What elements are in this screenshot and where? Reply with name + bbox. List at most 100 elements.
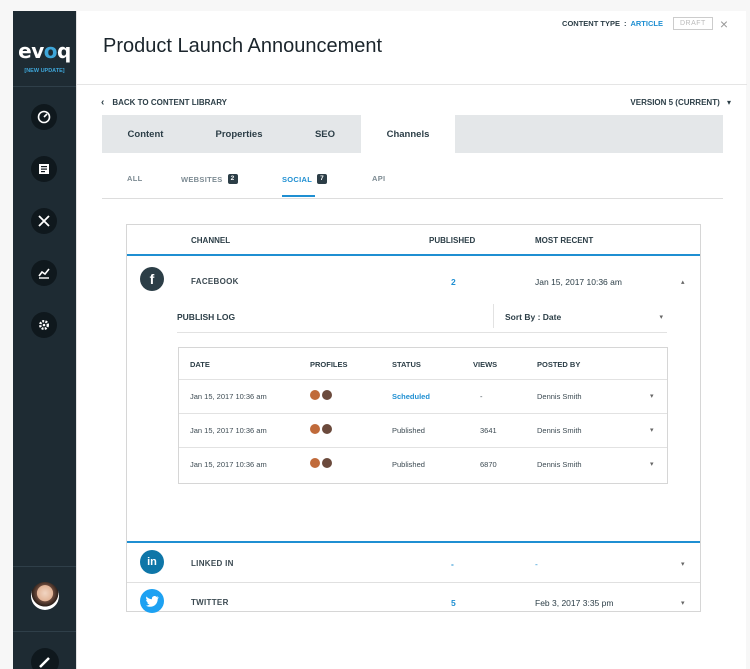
log-status: Published — [392, 460, 425, 469]
table-row[interactable]: Jan 15, 2017 10:36 am Scheduled - Dennis… — [179, 380, 667, 414]
avatar — [310, 458, 320, 469]
section-divider — [127, 582, 700, 583]
sort-label: Sort By : Date — [505, 312, 562, 322]
col-views: VIEWS — [473, 360, 498, 369]
avatar — [322, 424, 332, 435]
chevron-down-icon[interactable]: ▾ — [650, 426, 654, 434]
chevron-up-icon[interactable]: ▴ — [681, 278, 685, 286]
channel-name: FACEBOOK — [191, 277, 239, 286]
subtab-api-label: API — [372, 174, 386, 183]
subtab-websites[interactable]: WEBSITES 2 — [181, 174, 238, 184]
subtab-api[interactable]: API — [372, 174, 385, 183]
avatar — [322, 390, 332, 401]
main-panel: Product Launch Announcement CONTENT TYPE… — [76, 11, 747, 669]
logo[interactable]: evoq — [13, 39, 76, 63]
content-icon[interactable] — [31, 156, 57, 182]
chevron-down-icon: ▾ — [726, 98, 731, 107]
settings-gear-icon[interactable] — [31, 312, 57, 338]
content-type-label: CONTENT TYPE — [562, 19, 620, 28]
channels-card: CHANNEL PUBLISHED MOST RECENT f FACEBOOK… — [126, 224, 701, 613]
channel-subtabs: ALL WEBSITES 2 SOCIAL 7 API — [102, 153, 723, 199]
header-divider — [77, 84, 747, 85]
subtab-websites-label: WEBSITES — [181, 174, 223, 184]
close-icon[interactable]: × — [720, 17, 728, 31]
subtab-social[interactable]: SOCIAL 7 — [282, 174, 328, 184]
col-published: PUBLISHED — [429, 236, 476, 245]
channel-published-count[interactable]: - — [451, 559, 454, 569]
dashboard-gauge-icon[interactable] — [31, 104, 57, 130]
tab-properties[interactable]: Properties — [189, 115, 289, 153]
chevron-down-icon[interactable]: ▾ — [650, 392, 654, 400]
sidebar-divider — [13, 566, 76, 567]
version-select[interactable]: VERSION 5 (CURRENT) ▾ — [630, 98, 731, 107]
col-profiles: PROFILES — [310, 360, 348, 369]
avatar — [310, 424, 320, 435]
channel-row-linkedin[interactable]: in LINKED IN - - ▾ — [127, 550, 700, 580]
sort-select[interactable]: Sort By : Date ▾ — [493, 304, 667, 328]
publish-log-table: DATE PROFILES STATUS VIEWS POSTED BY Jan… — [178, 347, 668, 484]
log-status[interactable]: Scheduled — [392, 392, 430, 401]
channel-published-count[interactable]: 2 — [451, 277, 456, 287]
avatar — [310, 390, 320, 401]
version-label: VERSION 5 (CURRENT) — [630, 98, 720, 107]
chevron-down-icon[interactable]: ▾ — [650, 460, 654, 468]
profile-avatars — [310, 458, 334, 469]
back-link-label: BACK TO CONTENT LIBRARY — [112, 98, 228, 107]
tab-bar: Content Properties SEO Channels — [102, 115, 723, 153]
log-date: Jan 15, 2017 10:36 am — [190, 426, 267, 435]
log-views: 6870 — [480, 460, 497, 469]
subtab-all[interactable]: ALL — [127, 174, 142, 183]
log-posted-by: Dennis Smith — [537, 426, 582, 435]
col-date: DATE — [190, 360, 210, 369]
active-tab-underline — [282, 195, 315, 197]
channel-published-count[interactable]: 5 — [451, 598, 456, 608]
subtab-all-label: ALL — [127, 174, 143, 183]
chevron-down-icon[interactable]: ▾ — [681, 599, 685, 607]
twitter-icon — [140, 589, 164, 613]
linkedin-icon: in — [140, 550, 164, 574]
col-most-recent: MOST RECENT — [535, 236, 594, 245]
chevron-left-icon: ‹ — [101, 97, 105, 108]
tab-seo[interactable]: SEO — [289, 115, 361, 153]
col-status: STATUS — [392, 360, 421, 369]
channel-row-facebook[interactable]: f FACEBOOK 2 Jan 15, 2017 10:36 am ▴ — [127, 267, 700, 295]
log-views: 3641 — [480, 426, 497, 435]
count-badge: 2 — [227, 174, 238, 184]
tab-channels[interactable]: Channels — [361, 115, 455, 153]
col-channel: CHANNEL — [191, 236, 231, 245]
tab-content[interactable]: Content — [102, 115, 189, 153]
log-posted-by: Dennis Smith — [537, 460, 582, 469]
channel-name: TWITTER — [191, 598, 229, 607]
analytics-icon[interactable] — [31, 260, 57, 286]
back-link[interactable]: ‹ BACK TO CONTENT LIBRARY — [101, 97, 227, 108]
table-row[interactable]: Jan 15, 2017 10:36 am Published 6870 Den… — [179, 448, 667, 482]
content-type-value[interactable]: ARTICLE — [630, 19, 663, 28]
section-divider — [127, 541, 700, 543]
col-posted-by: POSTED BY — [537, 360, 581, 369]
table-row[interactable]: Jan 15, 2017 10:36 am Published 3641 Den… — [179, 414, 667, 448]
logo-subtitle: [NEW UPDATE] — [24, 68, 65, 74]
channel-most-recent: Feb 3, 2017 3:35 pm — [535, 598, 614, 608]
chevron-down-icon: ▾ — [659, 314, 663, 321]
log-date: Jan 15, 2017 10:36 am — [190, 392, 267, 401]
sidebar-divider — [13, 631, 76, 632]
edit-pencil-icon[interactable] — [31, 648, 59, 669]
publish-log-title: PUBLISH LOG — [177, 312, 236, 322]
log-views: - — [480, 392, 483, 401]
facebook-icon: f — [140, 267, 164, 291]
publish-log-bar: PUBLISH LOG Sort By : Date ▾ — [177, 304, 667, 333]
chevron-down-icon[interactable]: ▾ — [681, 560, 685, 568]
count-badge: 7 — [317, 174, 328, 184]
tools-icon[interactable] — [31, 208, 57, 234]
content-type-separator: : — [623, 19, 627, 28]
user-avatar[interactable] — [31, 582, 59, 610]
log-posted-by: Dennis Smith — [537, 392, 582, 401]
content-type-bar: CONTENT TYPE : ARTICLE DRAFT × — [562, 17, 728, 31]
avatar — [322, 458, 332, 469]
channel-row-twitter[interactable]: TWITTER 5 Feb 3, 2017 3:35 pm ▾ — [127, 589, 700, 619]
channels-table-header: CHANNEL PUBLISHED MOST RECENT — [127, 225, 700, 256]
sidebar: evoq [NEW UPDATE] — [13, 11, 76, 669]
channel-name: LINKED IN — [191, 559, 234, 568]
back-row: ‹ BACK TO CONTENT LIBRARY VERSION 5 (CUR… — [101, 97, 731, 108]
draft-badge: DRAFT — [672, 17, 713, 30]
